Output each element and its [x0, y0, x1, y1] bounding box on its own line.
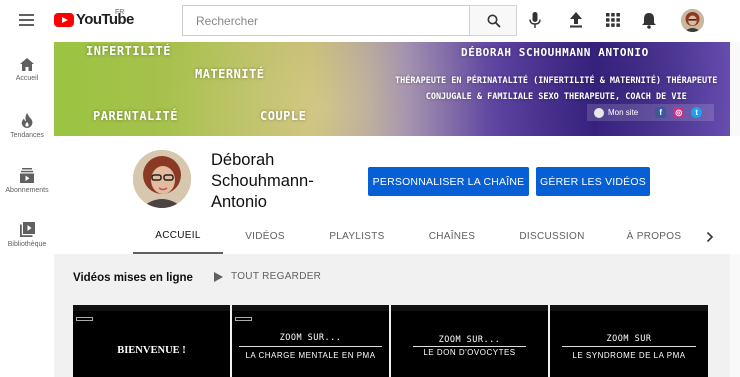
thumbnail-frame — [232, 305, 389, 311]
thumbnail-frame — [73, 305, 230, 311]
thumbnail-frame — [391, 305, 548, 311]
library-icon — [19, 222, 35, 237]
video-thumbnail[interactable]: BIENVENUE ! — [73, 305, 230, 377]
search-box — [182, 5, 470, 36]
customize-channel-button[interactable]: PERSONNALISER LA CHAÎNE — [368, 167, 529, 196]
sidebar-item-label: Tendances — [10, 132, 44, 139]
video-thumbnail[interactable]: ZOOM SUR... LA CHARGE MENTALE EN PMA — [232, 305, 389, 377]
search-button[interactable] — [469, 5, 517, 36]
tab-channels[interactable]: CHAÎNES — [407, 219, 497, 254]
video-subtitle: LA CHARGE MENTALE EN PMA — [245, 351, 376, 360]
channel-avatar[interactable] — [133, 150, 191, 208]
thumbnail-frame — [550, 305, 708, 311]
facebook-icon[interactable]: f — [655, 107, 667, 118]
video-subtitle: LE SYNDROME DE LA PMA — [572, 351, 686, 360]
banner-description-line: CONJUGALE & FAMILIALE SEXO THERAPEUTE, C… — [425, 92, 687, 102]
avatar-portrait-icon — [681, 9, 704, 32]
site-link[interactable]: Mon site — [608, 108, 638, 117]
thumbnail-divider — [239, 346, 382, 347]
play-icon — [214, 271, 223, 282]
thumbnail-divider — [413, 346, 526, 347]
channel-banner: INFERTILITÉ MATERNITÉ PARENTALITÉ COUPLE… — [54, 42, 730, 136]
video-title: ZOOM SUR — [606, 334, 652, 344]
microphone-icon[interactable] — [529, 12, 541, 29]
sidebar-item-home[interactable]: Accueil — [0, 58, 54, 82]
sidebar: Accueil Tendances Abonnements Bibliothèq… — [0, 42, 54, 377]
channel-header: Déborah Schouhmann-Antonio PERSONNALISER… — [54, 136, 740, 254]
video-thumbnail[interactable]: ZOOM SUR LE SYNDROME DE LA PMA — [550, 305, 708, 377]
tab-home[interactable]: ACCUEIL — [133, 219, 223, 254]
chevron-right-icon[interactable] — [706, 232, 714, 242]
banner-description: THÉRAPEUTE EN PÉRINATALITÉ (INFERTILITÉ … — [395, 73, 717, 105]
channel-tabs: ACCUEIL VIDÉOS PLAYLISTS CHAÎNES DISCUSS… — [133, 219, 723, 254]
logo-country: FR — [115, 9, 125, 16]
menu-icon[interactable] — [19, 14, 34, 26]
tab-playlists[interactable]: PLAYLISTS — [307, 219, 407, 254]
avatar-portrait-icon — [133, 150, 191, 208]
thumbnail-badge — [76, 317, 93, 321]
video-title: ZOOM SUR... — [438, 335, 501, 345]
subscriptions-icon — [20, 168, 34, 183]
thumbnail-divider — [562, 346, 696, 347]
instagram-icon[interactable]: ◎ — [673, 107, 685, 118]
apps-icon[interactable] — [606, 13, 620, 27]
thumbnail-badge — [235, 317, 252, 321]
video-thumbnail[interactable]: ZOOM SUR... LE DON D'OVOCYTES — [391, 305, 548, 377]
video-title: ZOOM SUR... — [279, 333, 342, 343]
uploads-section: Vidéos mises en ligne TOUT REGARDER BIEN… — [54, 254, 730, 377]
sidebar-item-label: Accueil — [15, 75, 39, 82]
search-input[interactable] — [183, 6, 469, 35]
youtube-play-icon — [54, 12, 74, 27]
banner-word: MATERNITÉ — [195, 67, 265, 81]
top-bar: YouTube FR — [0, 0, 740, 42]
banner-links: Mon site f ◎ t — [587, 104, 714, 121]
tab-discussion[interactable]: DISCUSSION — [497, 219, 607, 254]
play-all-label: TOUT REGARDER — [231, 271, 322, 282]
play-all-button[interactable]: TOUT REGARDER — [214, 271, 321, 282]
manage-videos-button[interactable]: GÉRER LES VIDÉOS — [536, 167, 650, 196]
video-subtitle: LE DON D'OVOCYTES — [423, 348, 516, 357]
sidebar-item-library[interactable]: Bibliothèque — [0, 222, 54, 248]
logo-text: YouTube — [76, 11, 134, 28]
video-title: BIENVENUE ! — [117, 345, 186, 356]
banner-description-line: THÉRAPEUTE EN PÉRINATALITÉ (INFERTILITÉ … — [395, 76, 718, 86]
bell-icon[interactable] — [642, 12, 656, 29]
tab-about[interactable]: À PROPOS — [607, 219, 701, 254]
upload-icon[interactable] — [569, 12, 583, 28]
flame-icon — [21, 113, 33, 128]
section-title[interactable]: Vidéos mises en ligne — [73, 272, 193, 284]
sidebar-item-trending[interactable]: Tendances — [0, 113, 54, 139]
banner-word: COUPLE — [260, 109, 307, 123]
globe-icon — [594, 107, 604, 118]
banner-name: DÉBORAH SCHOUHMANN ANTONIO — [461, 46, 649, 59]
twitter-icon[interactable]: t — [691, 107, 703, 118]
sidebar-item-label: Abonnements — [5, 187, 49, 194]
sidebar-item-label: Bibliothèque — [7, 241, 47, 248]
tab-videos[interactable]: VIDÉOS — [223, 219, 307, 254]
search-icon — [487, 14, 501, 28]
youtube-logo[interactable]: YouTube FR — [54, 9, 134, 28]
banner-word: PARENTALITÉ — [93, 109, 178, 123]
home-icon — [20, 58, 34, 71]
account-avatar[interactable] — [681, 9, 704, 32]
channel-name: Déborah Schouhmann-Antonio — [211, 151, 314, 211]
sidebar-item-subscriptions[interactable]: Abonnements — [0, 168, 54, 194]
banner-word: INFERTILITÉ — [86, 44, 171, 58]
